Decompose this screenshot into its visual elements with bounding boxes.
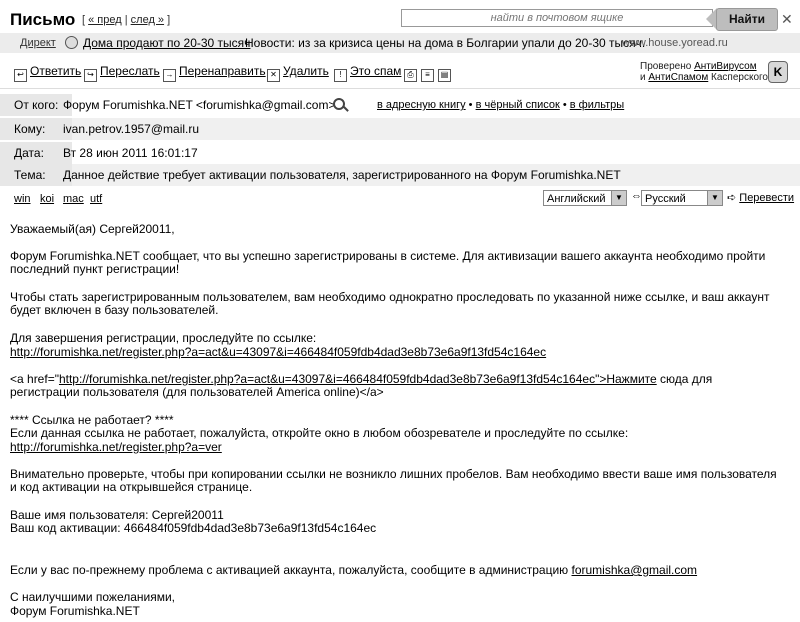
body-html-snippet: <a href="http://forumishka.net/register.… (10, 373, 785, 399)
close-icon[interactable]: ✕ (781, 11, 793, 28)
chevron-down-icon: ▼ (707, 191, 722, 205)
delete-icon: ✕ (267, 69, 280, 82)
date-label: Дата: (0, 142, 72, 164)
body-greeting: Уважаемый(ая) Сергей20011, (10, 222, 175, 236)
body-paragraph-7: Если у вас по-прежнему проблема с актива… (10, 564, 785, 577)
ad-title-link[interactable]: Дома продают по 20-30 тысяч (83, 36, 250, 50)
nav-separator: | (121, 14, 131, 26)
subject-value: Данное действие требует активации пользо… (63, 168, 621, 182)
add-to-addressbook-link[interactable]: в адресную книгу (377, 99, 466, 111)
antispam-link[interactable]: АнтиСпамом (648, 72, 708, 83)
ad-text: Новости: из за кризиса цены на дома в Бо… (245, 36, 646, 50)
encoding-utf-link[interactable]: utf (90, 193, 102, 205)
kaspersky-line-1: Проверено АнтиВирусом (640, 61, 768, 72)
redirect-button[interactable]: → Перенаправить (163, 64, 266, 82)
kaspersky-line-1-prefix: Проверено (640, 61, 695, 72)
headers-button[interactable]: ≡ (421, 64, 437, 82)
to-label: Кому: (0, 118, 72, 140)
translate-label: Перевести (739, 192, 795, 204)
reply-icon: ↩ (14, 69, 27, 82)
contact-actions: в адресную книгу • в чёрный список • в ф… (377, 99, 624, 111)
redirect-label: Перенаправить (179, 64, 266, 78)
find-button[interactable]: Найти (716, 8, 778, 31)
delete-label: Удалить (283, 64, 329, 78)
date-value: Вт 28 июн 2011 16:01:17 (63, 146, 198, 160)
encoding-koi-link[interactable]: koi (40, 193, 54, 205)
ad-direct-link[interactable]: Директ (20, 37, 56, 49)
source-button[interactable]: ▤ (438, 64, 454, 82)
reply-label: Ответить (30, 64, 82, 78)
body-paragraph-5: Если данная ссылка не работает, пожалуйс… (10, 426, 629, 440)
translate-button[interactable]: ➪ Перевести (727, 191, 794, 204)
body-paragraph-7-text: Если у вас по-прежнему проблема с актива… (10, 563, 572, 577)
source-language-value: Английский (547, 193, 606, 205)
print-button[interactable]: ⎙ (404, 64, 420, 82)
subject-label: Тема: (0, 164, 72, 186)
filters-link[interactable]: в фильтры (570, 99, 624, 111)
forward-icon: ↪ (84, 69, 97, 82)
spam-button[interactable]: ! Это спам (334, 64, 401, 82)
admin-email-link[interactable]: forumishka@gmail.com (572, 563, 698, 577)
date-row: Дата: Вт 28 июн 2011 16:01:17 (0, 142, 800, 164)
kaspersky-logo-icon: K (768, 61, 788, 83)
arrow-right-icon: ➪ (727, 192, 740, 204)
signature-line: Форум Forumishka.NET (10, 604, 140, 618)
from-value: Форум Forumishka.NET <forumishka@gmail.c… (63, 98, 336, 112)
reply-button[interactable]: ↩ Ответить (14, 64, 81, 82)
nav-close-bracket: ] (164, 14, 171, 26)
page-title: Письмо (10, 10, 76, 29)
body-paragraph-2: Чтобы стать зарегистрированным пользоват… (10, 290, 770, 317)
source-icon: ▤ (438, 69, 451, 82)
body-paragraph-1: Форум Forumishka.NET сообщает, что вы ус… (10, 249, 766, 276)
spam-label: Это спам (350, 64, 402, 78)
next-link[interactable]: след » (131, 14, 164, 26)
chevron-down-icon: ▼ (611, 191, 626, 205)
to-row: Кому: ivan.petrov.1957@mail.ru (0, 118, 800, 140)
target-language-select[interactable]: Русский ▼ (641, 190, 723, 206)
verify-link[interactable]: http://forumishka.net/register.php?a=ver (10, 441, 222, 454)
antivirus-link[interactable]: АнтиВирусом (694, 61, 757, 72)
search-input[interactable] (401, 9, 713, 27)
html-snippet-prefix: <a href=" (10, 372, 59, 386)
spam-icon: ! (334, 69, 347, 82)
globe-icon (65, 36, 78, 49)
message-nav: [ « пред | след » ] (82, 14, 170, 26)
aol-activation-link[interactable]: http://forumishka.net/register.php?a=act… (59, 372, 657, 386)
bullet-separator: • (559, 99, 570, 111)
closing-line: С наилучшими пожеланиями, (10, 590, 176, 604)
headers-icon: ≡ (421, 69, 434, 82)
print-icon: ⎙ (404, 69, 417, 82)
encoding-win-link[interactable]: win (14, 193, 31, 205)
kaspersky-line-2-suffix: Касперского (708, 72, 768, 83)
activation-link[interactable]: http://forumishka.net/register.php?a=act… (10, 346, 546, 359)
prev-link[interactable]: « пред (88, 14, 122, 26)
blacklist-link[interactable]: в чёрный список (476, 99, 560, 111)
target-language-value: Русский (645, 193, 686, 205)
body-paragraph-6: Внимательно проверьте, чтобы при копиров… (10, 467, 777, 494)
encoding-mac-link[interactable]: mac (63, 193, 84, 205)
ad-url[interactable]: www.house.yoread.ru (622, 37, 728, 49)
from-label: От кого: (0, 94, 72, 116)
forward-button[interactable]: ↪ Переслать (84, 64, 160, 82)
forward-label: Переслать (100, 64, 160, 78)
activation-code-line: Ваш код активации: 466484f059fdb4dad3e8b… (10, 521, 377, 535)
kaspersky-note: Проверено АнтиВирусом и АнтиСпамом Каспе… (640, 61, 768, 83)
body-paragraph-3: Для завершения регистрации, проследуйте … (10, 331, 317, 345)
delete-button[interactable]: ✕ Удалить (267, 64, 329, 82)
source-language-select[interactable]: Английский ▼ (543, 190, 627, 206)
kaspersky-line-2: и АнтиСпамом Касперского (640, 72, 768, 83)
redirect-icon: → (163, 69, 176, 82)
bullet-separator: • (465, 99, 476, 111)
subject-row: Тема: Данное действие требует активации … (0, 164, 800, 186)
to-value: ivan.petrov.1957@mail.ru (63, 122, 200, 136)
